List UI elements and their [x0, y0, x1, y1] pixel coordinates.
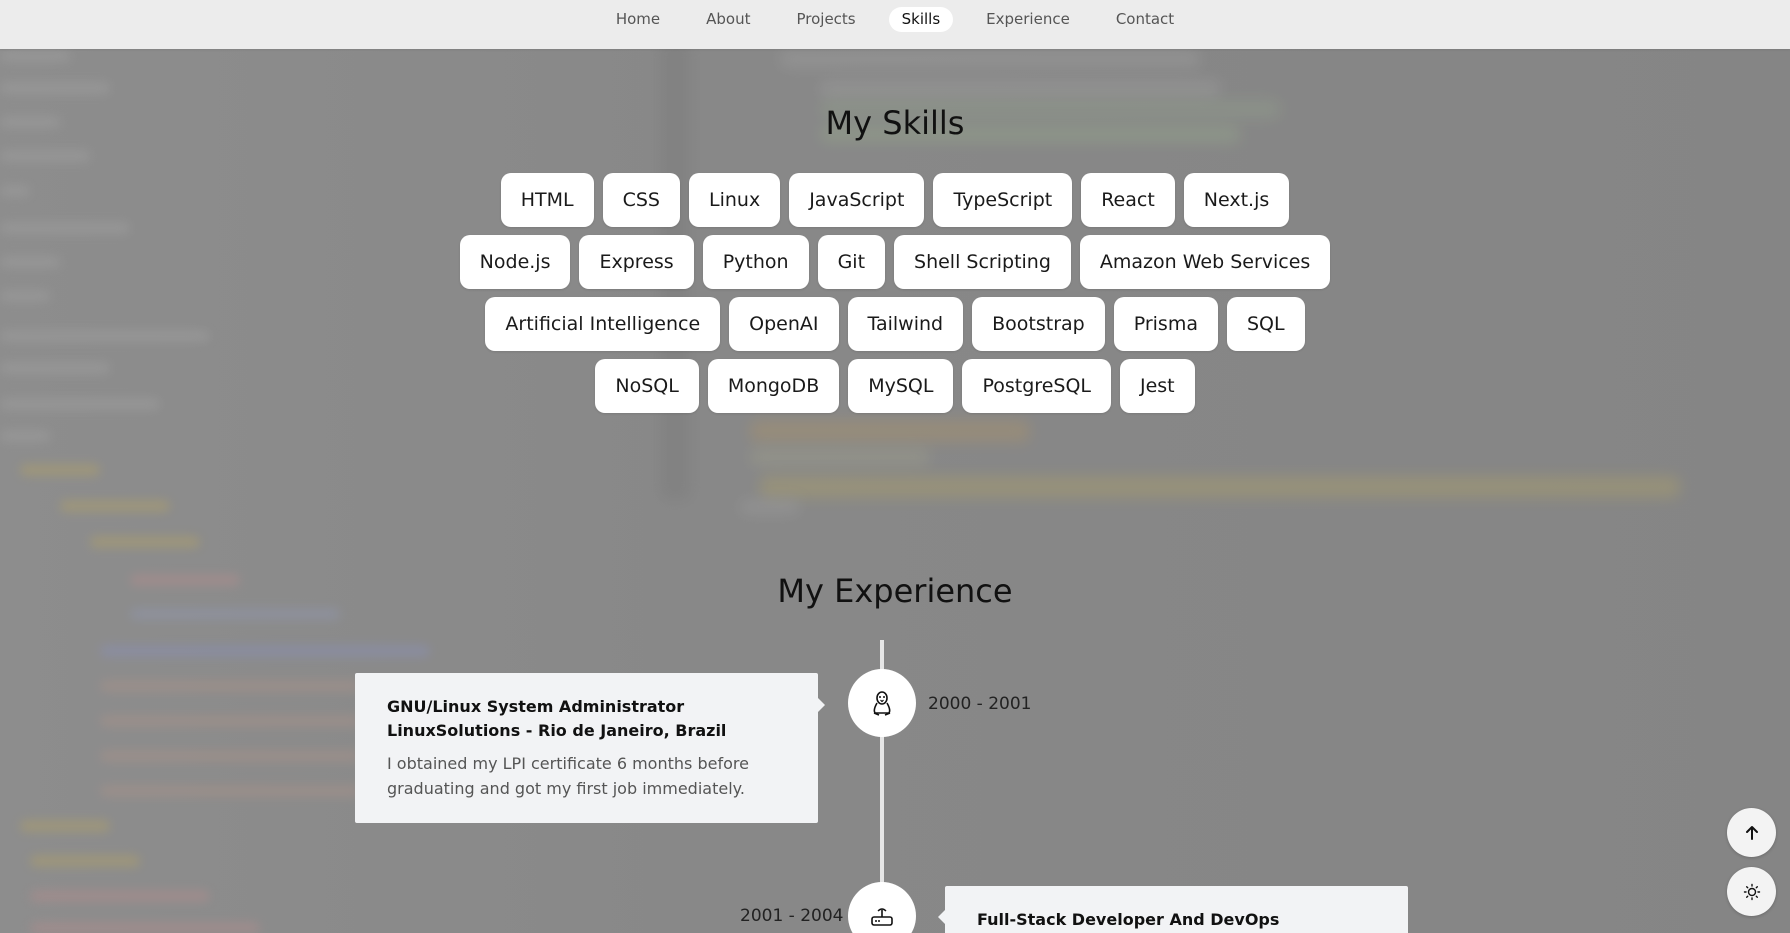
linux-penguin-icon — [848, 669, 916, 737]
skill-chip: Bootstrap — [972, 297, 1105, 351]
sun-icon — [1743, 883, 1760, 900]
nav-item-experience[interactable]: Experience — [973, 7, 1083, 32]
skill-chip: Prisma — [1113, 297, 1218, 351]
skill-chip: HTML — [500, 173, 594, 227]
theme-toggle-button[interactable] — [1727, 867, 1776, 916]
skill-chip: Artificial Intelligence — [485, 297, 721, 351]
skill-chip: Tailwind — [847, 297, 964, 351]
skill-chip: Git — [817, 235, 886, 289]
top-navbar: Home About Projects Skills Experience Co… — [0, 0, 1790, 49]
skills-title: My Skills — [825, 104, 965, 142]
skill-chip: JavaScript — [789, 173, 925, 227]
skill-chip: SQL — [1226, 297, 1305, 351]
skill-chip: Amazon Web Services — [1079, 235, 1331, 289]
skills-row: Artificial Intelligence OpenAI Tailwind … — [485, 297, 1305, 351]
skill-chip: Node.js — [459, 235, 571, 289]
experience-date: 2000 - 2001 — [928, 694, 1032, 714]
experience-card: Full-Stack Developer And DevOps — [945, 886, 1408, 933]
skill-chip: OpenAI — [729, 297, 839, 351]
experience-location: LinuxSolutions - Rio de Janeiro, Brazil — [387, 721, 727, 740]
nav-list: Home About Projects Skills Experience Co… — [597, 7, 1193, 32]
skill-chip: Shell Scripting — [894, 235, 1071, 289]
skills-row: NoSQL MongoDB MySQL PostgreSQL Jest — [595, 359, 1195, 413]
nav-item-skills[interactable]: Skills — [888, 7, 954, 32]
skill-chip: PostgreSQL — [962, 359, 1111, 413]
skill-chip: Express — [579, 235, 694, 289]
skill-chip: MongoDB — [707, 359, 840, 413]
card-pointer — [818, 698, 825, 712]
skill-chip: CSS — [602, 173, 680, 227]
experience-description: I obtained my LPI certificate 6 months b… — [387, 754, 749, 798]
skill-chip: React — [1081, 173, 1175, 227]
nav-item-home[interactable]: Home — [603, 7, 673, 32]
skills-list: HTML CSS Linux JavaScript TypeScript Rea… — [0, 173, 1790, 413]
skill-chip: Python — [702, 235, 809, 289]
skill-chip: NoSQL — [595, 359, 699, 413]
skill-chip: Linux — [689, 173, 781, 227]
scroll-to-top-button[interactable] — [1727, 808, 1776, 857]
experience-title: My Experience — [777, 572, 1013, 610]
card-pointer — [938, 910, 945, 924]
experience-card: GNU/Linux System Administrator LinuxSolu… — [355, 673, 818, 823]
experience-date: 2001 - 2004 — [740, 906, 844, 926]
skill-chip: Next.js — [1183, 173, 1290, 227]
skill-chip: MySQL — [848, 359, 954, 413]
nav-item-about[interactable]: About — [693, 7, 763, 32]
skill-chip: Jest — [1119, 359, 1195, 413]
nav-item-contact[interactable]: Contact — [1103, 7, 1187, 32]
experience-title-text: Full-Stack Developer And DevOps — [977, 910, 1280, 929]
skills-row: Node.js Express Python Git Shell Scripti… — [459, 235, 1331, 289]
experience-title-text: GNU/Linux System Administrator — [387, 697, 685, 716]
nav-item-projects[interactable]: Projects — [783, 7, 868, 32]
skills-row: HTML CSS Linux JavaScript TypeScript Rea… — [500, 173, 1290, 227]
arrow-up-icon — [1745, 825, 1758, 840]
skill-chip: TypeScript — [933, 173, 1073, 227]
